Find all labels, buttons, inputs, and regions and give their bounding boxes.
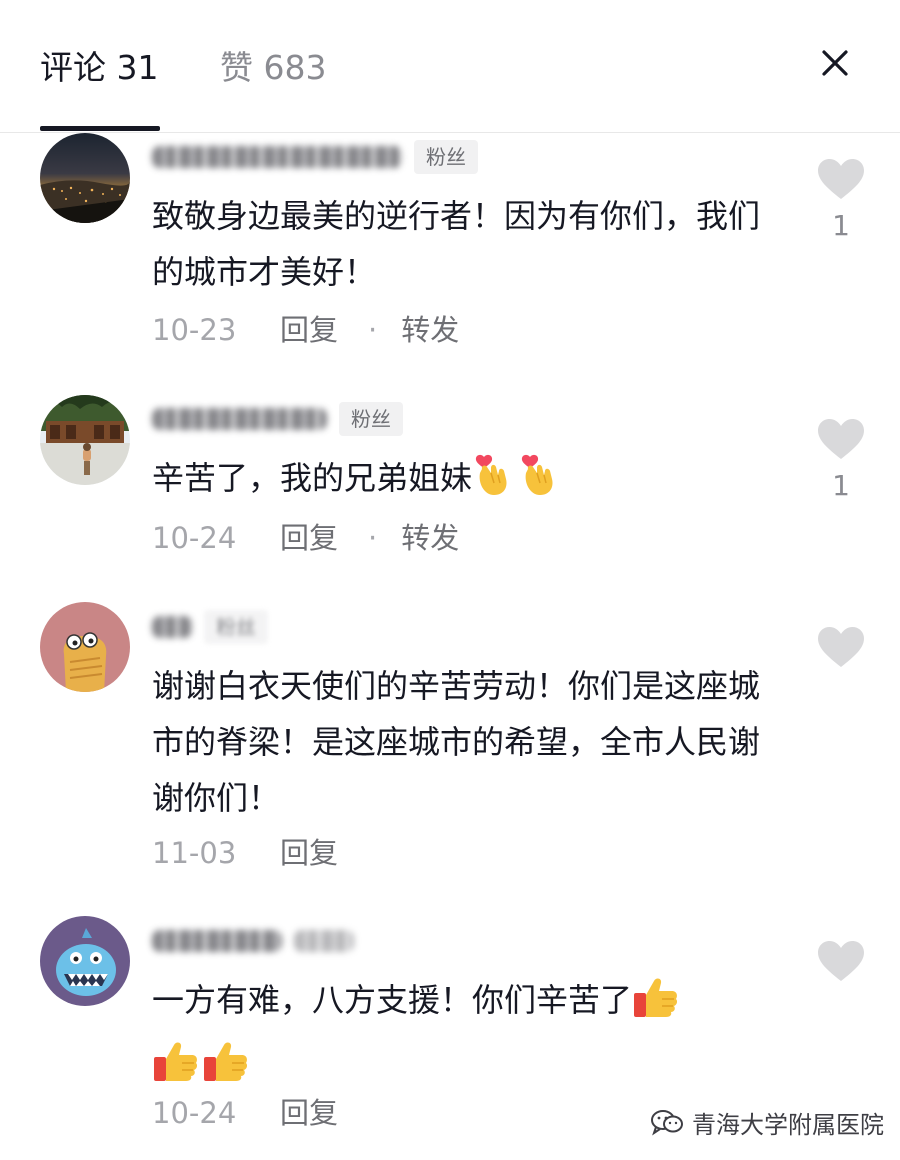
username[interactable] [152,408,327,430]
finger-heart-emoji [472,453,512,514]
close-icon [822,50,848,76]
avatar[interactable] [40,395,130,485]
avatar[interactable] [40,602,130,692]
separator-dot: · [368,521,378,555]
username-row: 粉丝 [152,140,478,174]
like-button[interactable] [814,626,868,672]
comment-date: 10-24 [152,1096,237,1130]
comment-meta: 10-24 回复 · 转发 [152,520,459,556]
thumbs-up-emoji [202,1039,250,1100]
avatar-image [40,395,130,485]
heart-icon [818,941,864,981]
tab-comments[interactable]: 评论 31 [40,48,158,88]
fan-badge: 粉丝 [204,610,268,644]
comments-header: 评论 31 赞 683 [0,0,900,133]
username[interactable] [152,146,402,168]
fan-badge: 粉丝 [414,140,478,174]
like-button[interactable] [814,940,868,986]
avatar[interactable] [40,133,130,223]
username-row: 粉丝 [152,610,268,644]
reply-button[interactable]: 回复 [280,520,338,556]
comment-text: 一方有难，八方支援！你们辛苦了 [152,972,782,1100]
fan-badge: 粉丝 [339,402,403,436]
share-button[interactable]: 转发 [401,520,459,556]
like-button[interactable]: 1 [814,418,868,504]
comment-date: 10-24 [152,521,237,555]
heart-icon [818,627,864,667]
reply-button[interactable]: 回复 [280,1095,338,1131]
comment-text: 致敬身边最美的逆行者！因为有你们，我们的城市才美好！ [152,197,761,291]
username-row: 粉丝 [152,402,403,436]
username-row [152,924,354,958]
heart-icon [818,159,864,199]
reply-button[interactable]: 回复 [280,312,338,348]
comment-text-content: 辛苦了，我的兄弟姐妹 [152,459,473,497]
like-count: 1 [832,469,850,502]
username[interactable] [152,616,192,638]
wechat-official-account-icon [651,1110,683,1136]
finger-heart-emoji [518,453,558,514]
username[interactable] [152,930,282,952]
avatar-image [40,916,130,1006]
comment-date: 10-23 [152,313,237,347]
active-tab-indicator [40,126,160,131]
comment-meta: 10-23 回复 · 转发 [152,312,459,348]
avatar-image [40,602,130,692]
thumbs-up-emoji [632,975,680,1036]
fan-badge [294,930,354,952]
separator-dot: · [368,313,378,347]
comment-meta: 11-03 回复 [152,835,338,871]
comment-date: 11-03 [152,836,237,870]
close-button[interactable] [812,40,858,86]
watermark-text: 青海大学附属医院 [692,1110,884,1139]
comment-meta: 10-24 回复 [152,1095,338,1131]
avatar-image [40,133,130,223]
thumbs-up-emoji [152,1039,200,1100]
watermark: 青海大学附属医院 [650,1104,884,1140]
avatar[interactable] [40,916,130,1006]
comment-text: 谢谢白衣天使们的辛苦劳动！你们是这座城市的脊梁！是这座城市的希望，全市人民谢谢你… [152,667,761,817]
like-button[interactable]: 1 [814,158,868,244]
like-count: 1 [832,209,850,242]
comment-text-content: 一方有难，八方支援！你们辛苦了 [152,981,633,1019]
comment-text: 辛苦了，我的兄弟姐妹 [152,450,782,514]
tab-likes[interactable]: 赞 683 [220,48,326,88]
share-button[interactable]: 转发 [401,312,459,348]
reply-button[interactable]: 回复 [280,835,338,871]
heart-icon [818,419,864,459]
